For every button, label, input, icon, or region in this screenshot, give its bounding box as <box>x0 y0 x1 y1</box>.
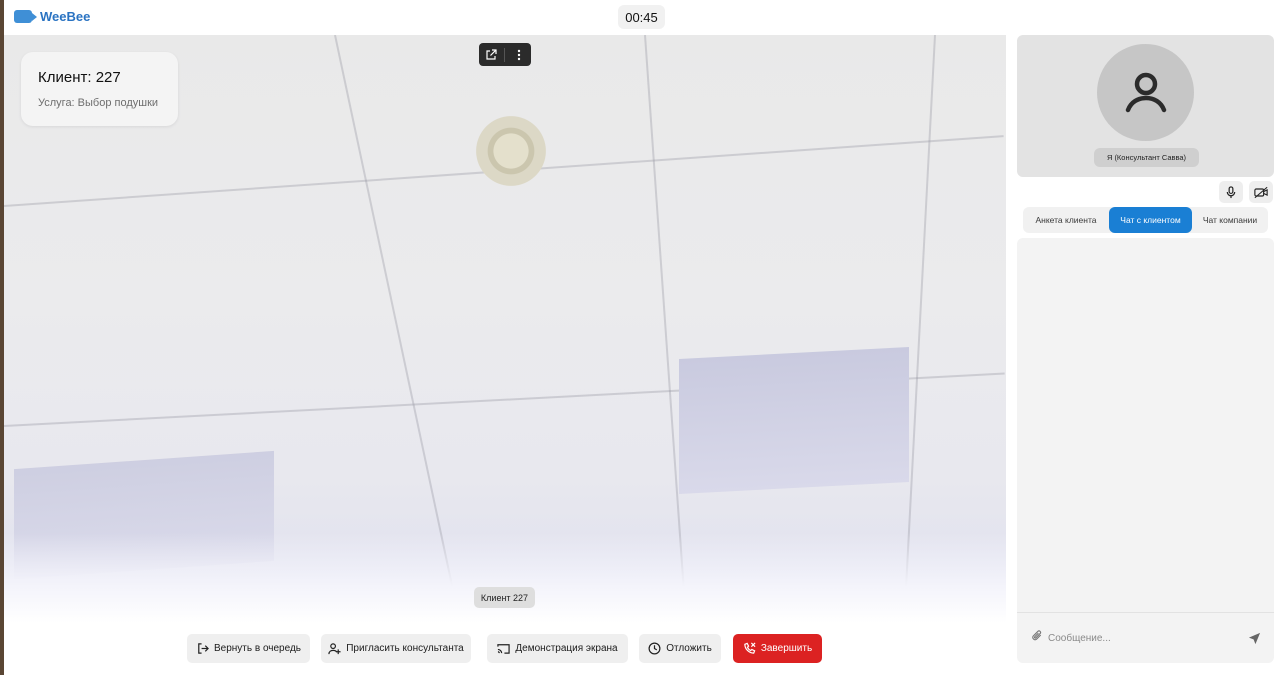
call-timer: 00:45 <box>618 5 665 29</box>
clock-icon <box>648 642 661 655</box>
phone-hangup-icon <box>744 642 756 654</box>
ceiling-line <box>334 35 459 611</box>
ceiling-lamp <box>466 115 556 187</box>
camera-logo-icon <box>14 10 37 23</box>
attach-icon[interactable] <box>1031 629 1043 647</box>
video-glow <box>4 533 1006 623</box>
video-off-icon <box>1254 186 1268 198</box>
microphone-button[interactable] <box>1219 181 1243 203</box>
external-link-icon[interactable] <box>480 43 502 66</box>
more-vertical-icon[interactable] <box>508 43 530 66</box>
ceiling-light-panel <box>679 346 909 495</box>
screen-share-button[interactable]: Демонстрация экрана <box>487 634 628 663</box>
tab-client-form[interactable]: Анкета клиента <box>1023 207 1109 233</box>
participant-label: Клиент 227 <box>474 587 535 608</box>
end-call-button[interactable]: Завершить <box>733 634 822 663</box>
app-root: WeeBee 00:45 Клиент: 227 Услуга: Выбор п… <box>0 0 1280 675</box>
self-name-label: Я (Консультант Савва) <box>1094 148 1199 167</box>
logo[interactable]: WeeBee <box>14 9 90 24</box>
client-title: Клиент: 227 <box>38 69 121 86</box>
client-info-card: Клиент: 227 Услуга: Выбор подушки <box>21 52 178 126</box>
return-to-queue-label: Вернуть в очередь <box>213 643 302 654</box>
message-input[interactable] <box>1048 628 1233 648</box>
add-user-icon <box>328 643 341 655</box>
postpone-button[interactable]: Отложить <box>639 634 721 663</box>
end-call-label: Завершить <box>760 643 813 654</box>
tab-client-chat[interactable]: Чат с клиентом <box>1109 207 1192 233</box>
send-icon[interactable] <box>1246 630 1262 646</box>
user-icon <box>1125 72 1166 112</box>
self-video: Я (Консультант Савва) <box>1017 35 1274 177</box>
logo-text: WeeBee <box>40 9 91 24</box>
call-toolbar: Вернуть в очередь Пригласить консультант… <box>0 623 1010 675</box>
chat-panel <box>1017 238 1274 663</box>
client-service: Услуга: Выбор подушки <box>38 97 159 109</box>
chat-input-bar <box>1017 612 1274 663</box>
cast-icon <box>497 644 511 654</box>
divider <box>504 47 506 62</box>
avatar <box>1097 44 1194 141</box>
side-tabs: Анкета клиента Чат с клиентом Чат компан… <box>1023 207 1268 233</box>
postpone-label: Отложить <box>666 643 712 654</box>
screen-share-label: Демонстрация экрана <box>515 643 618 654</box>
tab-company-chat[interactable]: Чат компании <box>1192 207 1268 233</box>
microphone-icon <box>1226 185 1236 198</box>
video-controls <box>479 43 531 66</box>
invite-consultant-label: Пригласить консультанта <box>346 643 464 654</box>
invite-consultant-button[interactable]: Пригласить консультанта <box>321 634 471 663</box>
camera-toggle-button[interactable] <box>1249 181 1273 203</box>
return-to-queue-button[interactable]: Вернуть в очередь <box>187 634 310 663</box>
logout-icon <box>198 643 209 654</box>
